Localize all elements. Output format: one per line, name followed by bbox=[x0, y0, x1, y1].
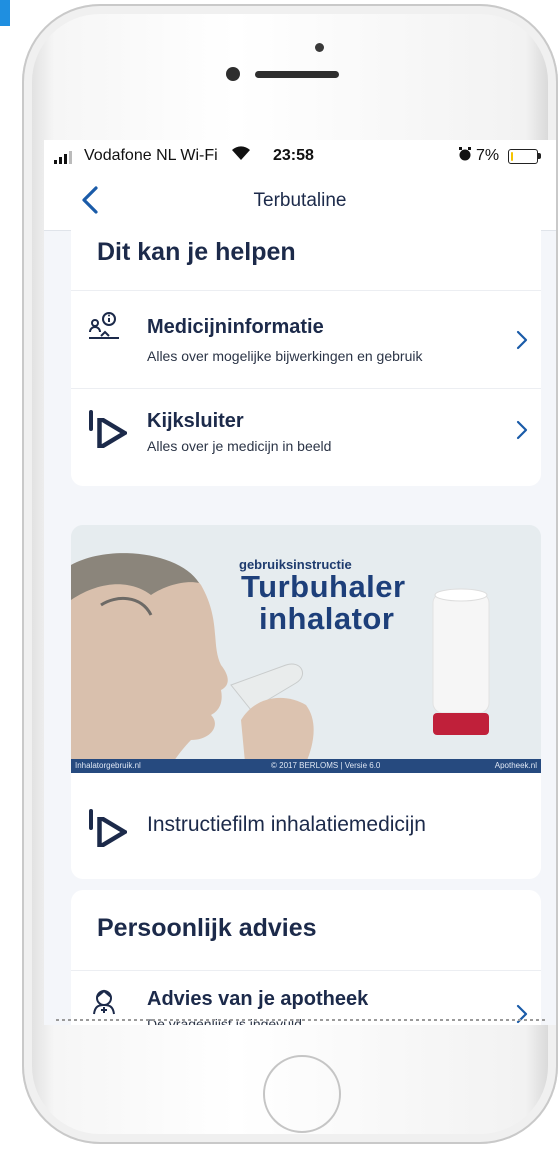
front-camera bbox=[226, 67, 240, 81]
medicine-info-icon bbox=[89, 312, 119, 342]
advice-section-title: Persoonlijk advies bbox=[97, 914, 317, 942]
status-bar: Vodafone NL Wi-Fi 23:58 7% bbox=[44, 140, 556, 172]
carrier-name: Vodafone NL Wi-Fi bbox=[84, 147, 218, 164]
home-button[interactable] bbox=[263, 1055, 341, 1133]
corner-marker bbox=[0, 0, 10, 26]
advice-card: Persoonlijk advies Advies van je apothee… bbox=[71, 890, 541, 1025]
item-label: Kijksluiter bbox=[147, 410, 244, 432]
proximity-sensor bbox=[315, 43, 324, 52]
thumbnail-title-line2: inhalator bbox=[259, 601, 395, 636]
earpiece-speaker bbox=[255, 71, 339, 78]
item-subtitle: Alles over mogelijke bijwerkingen en geb… bbox=[147, 348, 423, 364]
navigation-bar: Terbutaline bbox=[44, 172, 556, 231]
wifi-icon bbox=[230, 144, 252, 167]
app-screen: Vodafone NL Wi-Fi 23:58 7% Terbutaline D… bbox=[44, 140, 556, 1025]
item-label: Advies van je apotheek bbox=[147, 988, 369, 1010]
clock: 23:58 bbox=[273, 147, 314, 164]
help-section-title: Dit kan je helpen bbox=[97, 238, 296, 266]
chevron-right-icon bbox=[515, 420, 529, 440]
battery-tip bbox=[538, 153, 541, 159]
thumbnail-footer: Inhalatorgebruik.nl © 2017 BERLOMS | Ver… bbox=[71, 759, 541, 773]
alarm-icon bbox=[458, 146, 472, 165]
list-item-kijksluiter[interactable]: Kijksluiter Alles over je medicijn in be… bbox=[71, 390, 541, 486]
signal-icon bbox=[54, 150, 76, 164]
footer-right-text: Apotheek.nl bbox=[494, 761, 537, 770]
battery-percentage: 7% bbox=[476, 147, 500, 164]
play-icon bbox=[89, 809, 127, 847]
video-thumbnail[interactable]: gebruiksinstructie Turbuhaler inhalator … bbox=[71, 525, 541, 773]
footer-left-text: Inhalatorgebruik.nl bbox=[75, 761, 141, 770]
battery-icon bbox=[508, 149, 538, 164]
divider bbox=[71, 290, 541, 291]
divider bbox=[71, 388, 541, 389]
item-subtitle: Alles over je medicijn in beeld bbox=[147, 438, 332, 454]
video-play-row[interactable]: Instructiefilm inhalatiemedicijn bbox=[71, 773, 541, 879]
help-card: Dit kan je helpen Medicijninformatie All… bbox=[71, 230, 541, 486]
chevron-right-icon bbox=[515, 330, 529, 350]
video-card[interactable]: gebruiksinstructie Turbuhaler inhalator … bbox=[71, 525, 541, 879]
phone-chin bbox=[56, 1019, 548, 1133]
thumbnail-title-line1: Turbuhaler bbox=[241, 569, 406, 604]
page-title: Terbutaline bbox=[253, 190, 347, 211]
video-label: Instructiefilm inhalatiemedicijn bbox=[147, 813, 426, 836]
list-item-medicijninformatie[interactable]: Medicijninformatie Alles over mogelijke … bbox=[71, 292, 541, 388]
footer-center-text: © 2017 BERLOMS | Versie 6.0 bbox=[271, 761, 381, 770]
play-icon bbox=[89, 410, 127, 448]
item-label: Medicijninformatie bbox=[147, 316, 324, 338]
